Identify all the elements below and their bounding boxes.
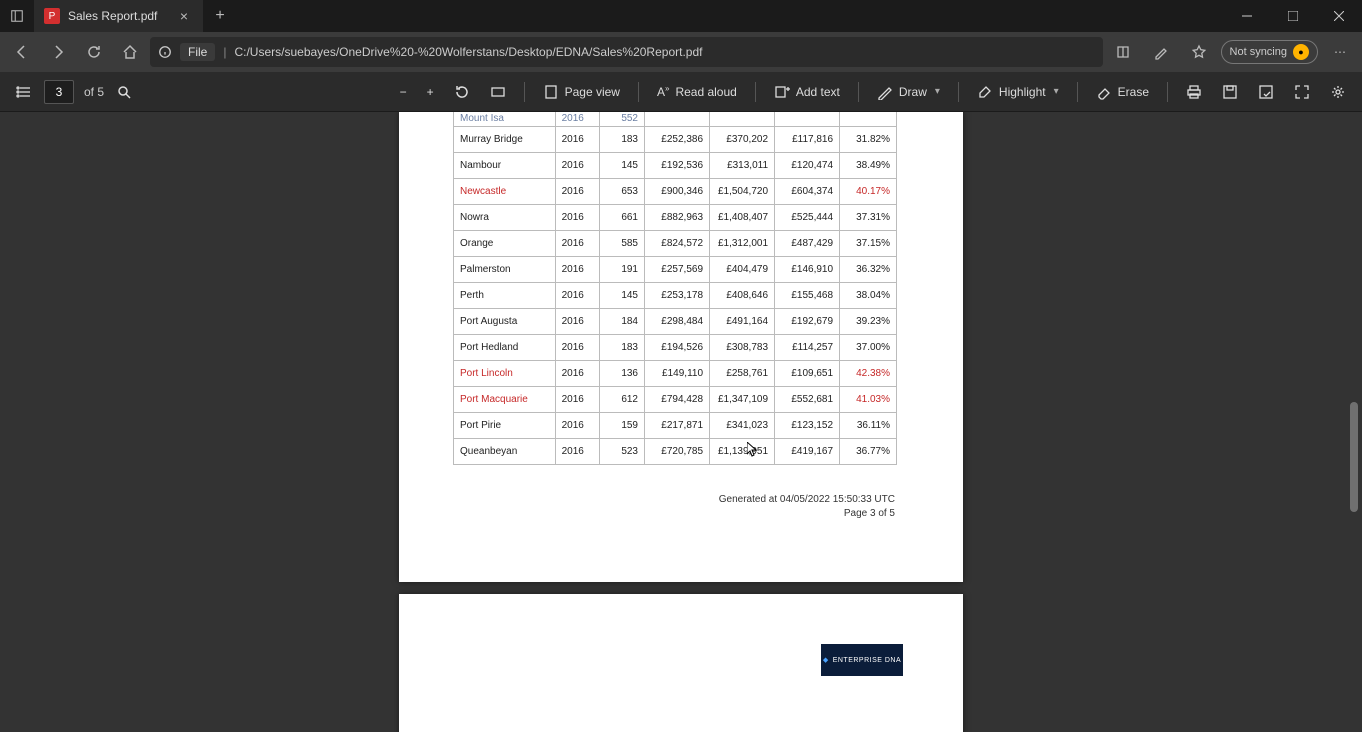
add-text-button[interactable]: Add text — [766, 78, 848, 106]
tab-title: Sales Report.pdf — [68, 9, 167, 23]
page-view-button[interactable]: Page view — [535, 78, 628, 106]
erase-button[interactable]: Erase — [1088, 78, 1157, 106]
fit-page-button[interactable] — [482, 78, 514, 106]
url-text: C:/Users/suebayes/OneDrive%20-%20Wolfers… — [234, 45, 702, 59]
pdf-page-4: ENTERPRISE DNA Redcliffe2016214£252,825£… — [399, 594, 963, 732]
scrollbar-thumb[interactable] — [1350, 402, 1358, 512]
url-field[interactable]: File | C:/Users/suebayes/OneDrive%20-%20… — [150, 37, 1103, 67]
home-button[interactable] — [114, 36, 146, 68]
table-row: Port Hedland2016183£194,526£308,783£114,… — [454, 334, 897, 360]
zoom-out-button[interactable]: − — [392, 78, 415, 106]
save-button[interactable] — [1214, 78, 1246, 106]
page-footer: Generated at 04/05/2022 15:50:33 UTC Pag… — [399, 493, 895, 521]
table-row: Nambour2016145£192,536£313,011£120,47438… — [454, 152, 897, 178]
table-row: Newcastle2016653£900,346£1,504,720£604,3… — [454, 178, 897, 204]
sync-button[interactable]: Not syncing ● — [1221, 40, 1318, 64]
refresh-button[interactable] — [78, 36, 110, 68]
settings-menu-button[interactable]: ⋯ — [1324, 36, 1356, 68]
read-aloud-button[interactable]: A» Read aloud — [649, 78, 745, 106]
pdf-favicon-icon: P — [44, 8, 60, 24]
read-mode-button[interactable] — [1107, 36, 1139, 68]
add-text-icon — [774, 84, 790, 100]
chevron-down-icon: ▾ — [935, 86, 940, 97]
new-tab-button[interactable]: + — [204, 0, 236, 32]
table-row: Orange2016585£824,572£1,312,001£487,4293… — [454, 230, 897, 256]
read-aloud-icon: A» — [657, 84, 669, 99]
table-row: Queanbeyan2016523£720,785£1,139,951£419,… — [454, 438, 897, 464]
fullscreen-button[interactable] — [1286, 78, 1318, 106]
zoom-in-button[interactable]: + — [419, 78, 442, 106]
vertical-scrollbar[interactable] — [1348, 112, 1360, 732]
page-number-input[interactable] — [44, 80, 74, 104]
forward-button[interactable] — [42, 36, 74, 68]
save-as-button[interactable] — [1250, 78, 1282, 106]
contents-button[interactable] — [8, 78, 40, 106]
pdf-viewport[interactable]: Mount Isa 2016 552 Murray Bridge2016183£… — [0, 112, 1362, 732]
generated-at-label: Generated at 04/05/2022 15:50:33 UTC — [399, 493, 895, 507]
page-total-label: of 5 — [78, 85, 104, 99]
draw-icon — [877, 84, 893, 100]
tab-actions-button[interactable] — [0, 0, 34, 32]
file-chip: File — [180, 43, 215, 61]
table-row: Port Macquarie2016612£794,428£1,347,109£… — [454, 386, 897, 412]
rotate-button[interactable] — [446, 78, 478, 106]
print-button[interactable] — [1178, 78, 1210, 106]
enterprise-dna-logo: ENTERPRISE DNA — [821, 644, 903, 676]
tab-close-button[interactable]: × — [175, 8, 193, 24]
profile-icon: ● — [1293, 44, 1309, 60]
table-row: Port Augusta2016184£298,484£491,164£192,… — [454, 308, 897, 334]
browser-tab[interactable]: P Sales Report.pdf × — [34, 0, 204, 32]
window-maximize-button[interactable] — [1270, 0, 1316, 32]
table-row: Mount Isa 2016 552 — [454, 112, 897, 126]
find-button[interactable] — [108, 78, 140, 106]
table-row: Palmerston2016191£257,569£404,479£146,91… — [454, 256, 897, 282]
back-button[interactable] — [6, 36, 38, 68]
table-row: Port Pirie2016159£217,871£341,023£123,15… — [454, 412, 897, 438]
draw-button[interactable]: Draw ▾ — [869, 78, 948, 106]
info-icon — [158, 45, 172, 59]
table-row: Murray Bridge2016183£252,386£370,202£117… — [454, 126, 897, 152]
sync-label: Not syncing — [1230, 46, 1287, 58]
titlebar: P Sales Report.pdf × + — [0, 0, 1362, 32]
edit-url-button[interactable] — [1145, 36, 1177, 68]
page-view-icon — [543, 84, 559, 100]
table-row: Perth2016145£253,178£408,646£155,46838.0… — [454, 282, 897, 308]
highlight-button[interactable]: Highlight ▾ — [969, 78, 1067, 106]
pdf-toolbar: of 5 − + Page view A» Read aloud Add tex… — [0, 72, 1362, 112]
window-minimize-button[interactable] — [1224, 0, 1270, 32]
pdf-page-3: Mount Isa 2016 552 Murray Bridge2016183£… — [399, 112, 963, 582]
pdf-settings-button[interactable] — [1322, 78, 1354, 106]
chevron-down-icon: ▾ — [1054, 86, 1059, 97]
window-close-button[interactable] — [1316, 0, 1362, 32]
address-bar: File | C:/Users/suebayes/OneDrive%20-%20… — [0, 32, 1362, 72]
favorites-button[interactable] — [1183, 36, 1215, 68]
page-number-label: Page 3 of 5 — [399, 507, 895, 521]
table-row: Port Lincoln2016136£149,110£258,761£109,… — [454, 360, 897, 386]
erase-icon — [1096, 84, 1112, 100]
highlight-icon — [977, 84, 993, 100]
sales-table: Mount Isa 2016 552 Murray Bridge2016183£… — [453, 112, 897, 465]
table-row: Nowra2016661£882,963£1,408,407£525,44437… — [454, 204, 897, 230]
